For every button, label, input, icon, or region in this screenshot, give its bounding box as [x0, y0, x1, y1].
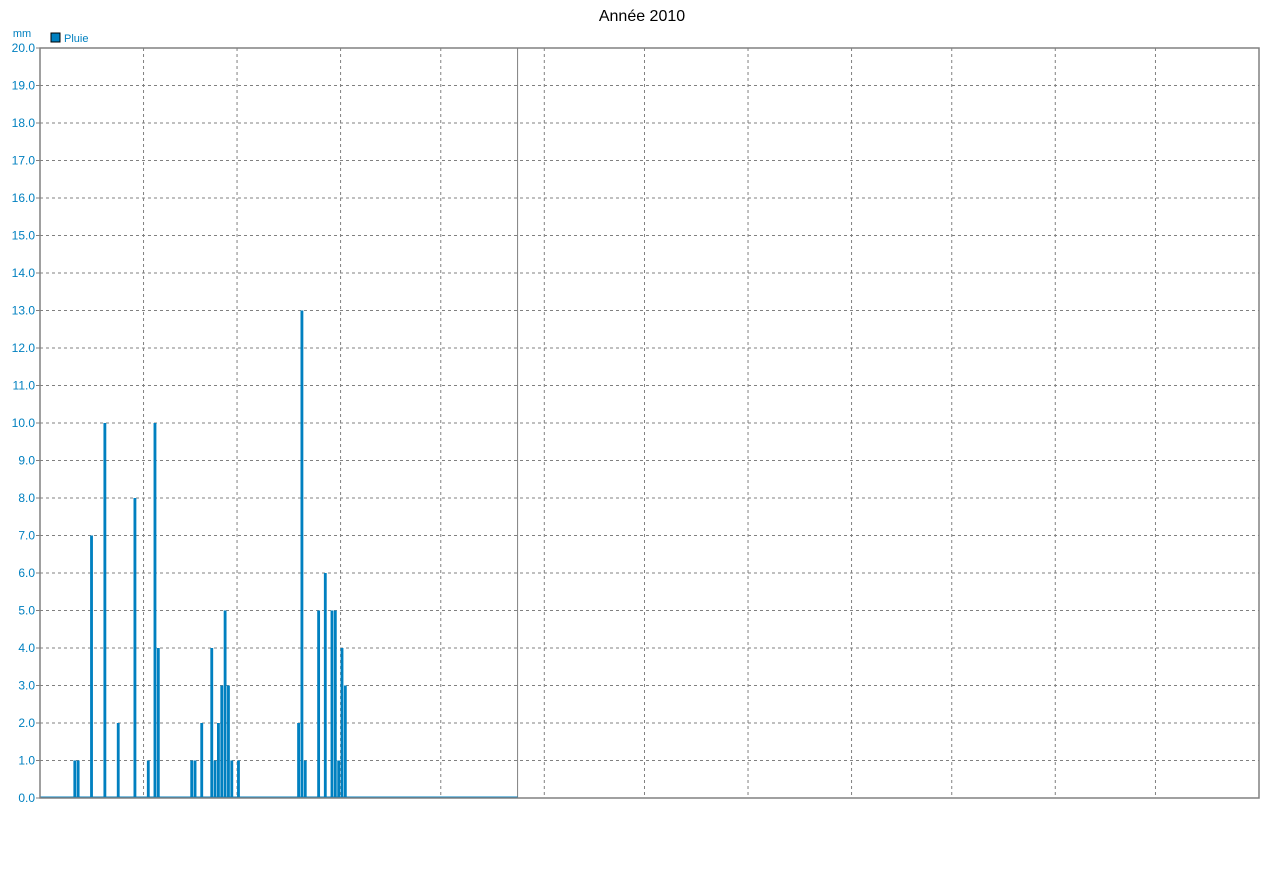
rain-bar [193, 760, 197, 798]
y-tick-label: 1.0 [18, 754, 35, 768]
rain-chart: Année 2010 mm Pluie 0.0 1.0 2.0 3.0 4.0 5.0 6.… [12, 8, 1260, 805]
rain-bar [227, 685, 230, 798]
rain-bar [337, 760, 341, 798]
rain-bar [103, 423, 107, 798]
y-tick-label: 17.0 [12, 154, 36, 168]
y-tick-label: 9.0 [18, 454, 35, 468]
rain-bar [213, 760, 217, 798]
rain-bar [146, 760, 150, 798]
rain-bar [300, 310, 304, 798]
y-tick-label: 2.0 [18, 716, 35, 730]
y-tick-label: 5.0 [18, 604, 35, 618]
y-tick-label: 18.0 [12, 116, 36, 130]
legend: Pluie [50, 32, 88, 45]
rain-bar [333, 610, 337, 798]
rain-bar [223, 610, 227, 798]
y-tick-label: 14.0 [12, 266, 36, 280]
rain-bar [330, 610, 334, 798]
rain-bar [156, 648, 160, 798]
rain-bar [116, 723, 120, 798]
rain-bar [90, 535, 93, 798]
rain-bar [220, 685, 224, 798]
rain-bar [237, 760, 240, 798]
legend-swatch-pluie [50, 32, 61, 43]
y-tick-label: 15.0 [12, 229, 36, 243]
y-tick-label: 11.0 [13, 379, 36, 393]
y-tick-label: 4.0 [18, 641, 35, 655]
y-tick-label: 20.0 [12, 41, 36, 55]
y-tick-label: 19.0 [12, 79, 36, 93]
y-tick-label: 12.0 [12, 341, 36, 355]
y-tick-label: 7.0 [18, 529, 35, 543]
y-tick-label: 3.0 [18, 679, 35, 693]
y-tick-label: 10.0 [12, 416, 36, 430]
rain-bar [217, 723, 220, 798]
y-tick-label: 8.0 [18, 491, 35, 505]
y-tick-label: 16.0 [12, 191, 36, 205]
y-tick-label: 0.0 [18, 791, 35, 805]
rain-bar [73, 760, 77, 798]
rain-bar [210, 648, 214, 798]
rain-bar [200, 723, 204, 798]
rain-bar [76, 760, 80, 798]
rain-bar [303, 760, 307, 798]
bars [40, 310, 518, 798]
rain-bar [297, 723, 300, 798]
rain-bar [153, 423, 157, 798]
rain-bar [340, 648, 344, 798]
y-unit-label: mm [13, 28, 31, 40]
rain-bar [133, 498, 137, 798]
rain-bar [343, 685, 347, 798]
y-axis-ticks: 0.0 1.0 2.0 3.0 4.0 5.0 6.0 7.0 8.0 9.0 10.0 11.0 12… [12, 41, 40, 805]
rain-bar [317, 610, 321, 798]
chart-container: Année 2010 mm Pluie 0.0 1.0 2.0 3.0 4.0 5.0 6.… [0, 0, 1280, 866]
chart-title: Année 2010 [599, 8, 685, 25]
legend-label-pluie: Pluie [64, 33, 88, 45]
rain-bar [230, 760, 234, 798]
y-tick-label: 13.0 [12, 304, 36, 318]
rain-bar [190, 760, 194, 798]
rain-bar [323, 573, 327, 798]
y-tick-label: 6.0 [18, 566, 35, 580]
